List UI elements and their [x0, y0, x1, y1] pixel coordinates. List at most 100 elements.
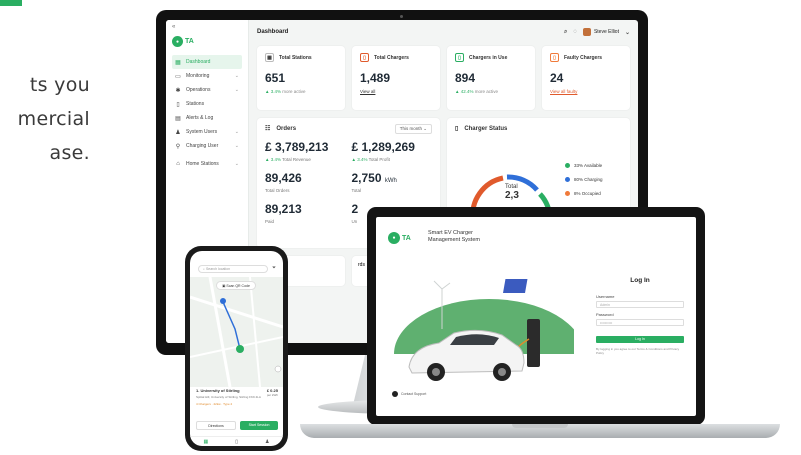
password-label: Password [596, 312, 614, 317]
notification-icon[interactable]: ◌ [573, 29, 577, 35]
sidebar-item-label: Home Stations [186, 161, 219, 167]
profile-tab-icon[interactable]: ♟ [265, 439, 269, 445]
sidebar-item-label: System Users [186, 129, 218, 135]
locate-icon[interactable] [274, 365, 282, 373]
bottom-card-label: rds [358, 262, 365, 268]
view-all-faulty-link[interactable]: View all faulty [550, 89, 622, 94]
directions-button[interactable]: Directions [196, 421, 236, 430]
profit-delta: 3.4% [357, 157, 368, 162]
paid-label: Paid [265, 219, 275, 224]
energy-label: Total [351, 188, 362, 193]
legend-label: 80% Charging [574, 176, 603, 182]
chevron-down-icon[interactable]: ⌄ [625, 29, 630, 36]
faulty-chargers-card[interactable]: ▯ Faulty Chargers 24 View all faulty [542, 46, 630, 110]
logo-text: TA [402, 234, 411, 242]
delta-label: more active [474, 89, 499, 94]
orders-title: Orders [276, 125, 297, 132]
delta-label: more active [282, 89, 306, 94]
paid-value: 89,213 [265, 202, 302, 216]
filter-icon[interactable]: ⏷ [272, 265, 276, 271]
charger-pin-icon[interactable] [236, 345, 244, 353]
bell-icon: ▤ [175, 115, 181, 122]
total-stations-card[interactable]: ▦ Total Stations 651 ▲ 3.4% more active [257, 46, 345, 110]
logo-text: TA [185, 38, 194, 45]
page-title: Dashboard [257, 29, 289, 35]
chargers-in-use-card[interactable]: ▯ Chargers in Use 894 ▲ 42.4% more active [447, 46, 535, 110]
plug-icon: ⚲ [175, 143, 181, 150]
total-orders-value: 89,426 [265, 171, 302, 185]
legend-item-available: 33% Available [565, 158, 603, 172]
sidebar-item-dashboard[interactable]: ▦ Dashboard [172, 55, 242, 69]
username-field[interactable]: Admin [596, 301, 684, 308]
revenue-caption: ▲ 3.4% Total Revenue [265, 157, 311, 162]
search-input[interactable]: ⌕ Search location [198, 265, 268, 273]
sidebar-item-home-stations[interactable]: ⌂ Home Stations ⌄ [172, 157, 242, 171]
user-icon: ♟ [175, 129, 181, 136]
location-title: 1. University of Stirling [196, 388, 240, 393]
app-title: Smart EV Charger Management System [428, 230, 480, 244]
map-tab-icon[interactable]: ▦ [204, 439, 209, 445]
location-actions: Directions Start Session [196, 421, 278, 430]
search-placeholder: Search location [205, 267, 231, 271]
contact-support-label: Contact Support [401, 392, 427, 396]
home-icon: ⌂ [176, 161, 180, 167]
legend-dot [565, 190, 570, 196]
start-session-button[interactable]: Start Session [240, 421, 278, 430]
total-revenue-value: £ 3,789,213 [265, 140, 329, 154]
map-road [208, 276, 232, 388]
sidebar-item-stations[interactable]: ▯ Stations [172, 97, 242, 111]
mobile-phone: ⌕ Search location ⏷ ▣ Scan QR Code 1. Un… [185, 246, 288, 451]
card-delta: ▲ 42.4% more active [455, 89, 499, 94]
password-field[interactable]: •••••••••• [596, 319, 684, 326]
background-copy-line: mercial [17, 108, 90, 130]
charger-tab-icon[interactable]: ▯ [235, 439, 238, 445]
map-view[interactable] [190, 276, 283, 388]
ev-charging-illustration [384, 279, 574, 409]
scan-qr-button[interactable]: ▣ Scan QR Code [216, 281, 256, 290]
profit-label: Total Profit [368, 157, 390, 162]
sidebar-item-label: Stations [186, 101, 205, 107]
price-unit: per kWh [266, 393, 278, 397]
revenue-label: Total Revenue [282, 157, 311, 162]
energy-unit: kWh [384, 178, 397, 184]
status-legend: 33% Available 80% Charging 8% Occupied [565, 158, 603, 200]
station-icon: ▦ [265, 53, 274, 62]
card-title: Faulty Chargers [564, 54, 603, 61]
view-all-link[interactable]: View all [360, 89, 432, 94]
logo-mark: ● [172, 36, 183, 47]
login-form: Log In Username Admin Password •••••••••… [596, 277, 684, 355]
laptop-base [300, 424, 780, 438]
chevron-down-icon: ⌄ [234, 87, 239, 93]
search-icon[interactable]: ⌕ [564, 29, 567, 36]
sidebar-item-alerts[interactable]: ▤ Alerts & Log [172, 111, 242, 125]
donut-total-value: 2,3 [505, 190, 519, 201]
map-road [190, 295, 283, 329]
legend-label: 33% Available [574, 162, 603, 168]
sidebar-item-charging-user[interactable]: ⚲ Charging User ⌄ [172, 139, 242, 153]
logo-mark: ● [388, 232, 400, 244]
revenue-delta: 3.4% [270, 157, 281, 162]
sidebar-item-label: Monitoring [186, 73, 210, 79]
sidebar-item-system-users[interactable]: ♟ System Users ⌄ [172, 125, 242, 139]
period-select[interactable]: This month ⌄ [394, 124, 432, 134]
sidebar-item-monitoring[interactable]: ▭ Monitoring ⌄ [172, 69, 242, 83]
background-copy-line: ts you [29, 74, 90, 96]
collapse-icon[interactable]: « [172, 24, 242, 34]
phone-screen: ⌕ Search location ⏷ ▣ Scan QR Code 1. Un… [190, 251, 283, 446]
sidebar-item-operations[interactable]: ✱ Operations ⌄ [172, 83, 242, 97]
location-price: £ 0.25 per kWh [267, 388, 278, 397]
avatar[interactable] [582, 28, 591, 36]
map-road [190, 336, 283, 358]
chevron-down-icon: ⌄ [234, 73, 239, 79]
chevron-down-icon: ⌄ [234, 129, 239, 135]
card-value: 1,489 [360, 71, 391, 85]
location-card[interactable]: 1. University of Stirling £ 0.25 per kWh … [196, 388, 278, 406]
legend-item-charging: 80% Charging [565, 172, 603, 186]
energy-number: 2,750 [351, 171, 382, 185]
user-name[interactable]: Steve Elliot [594, 29, 619, 35]
contact-support[interactable]: Contact Support [392, 391, 426, 397]
total-chargers-card[interactable]: ▯ Total Chargers 1,489 View all [352, 46, 440, 110]
orders-icon: ☷ [265, 126, 271, 132]
login-button[interactable]: Log In [596, 336, 684, 343]
map-graphic [190, 276, 283, 388]
